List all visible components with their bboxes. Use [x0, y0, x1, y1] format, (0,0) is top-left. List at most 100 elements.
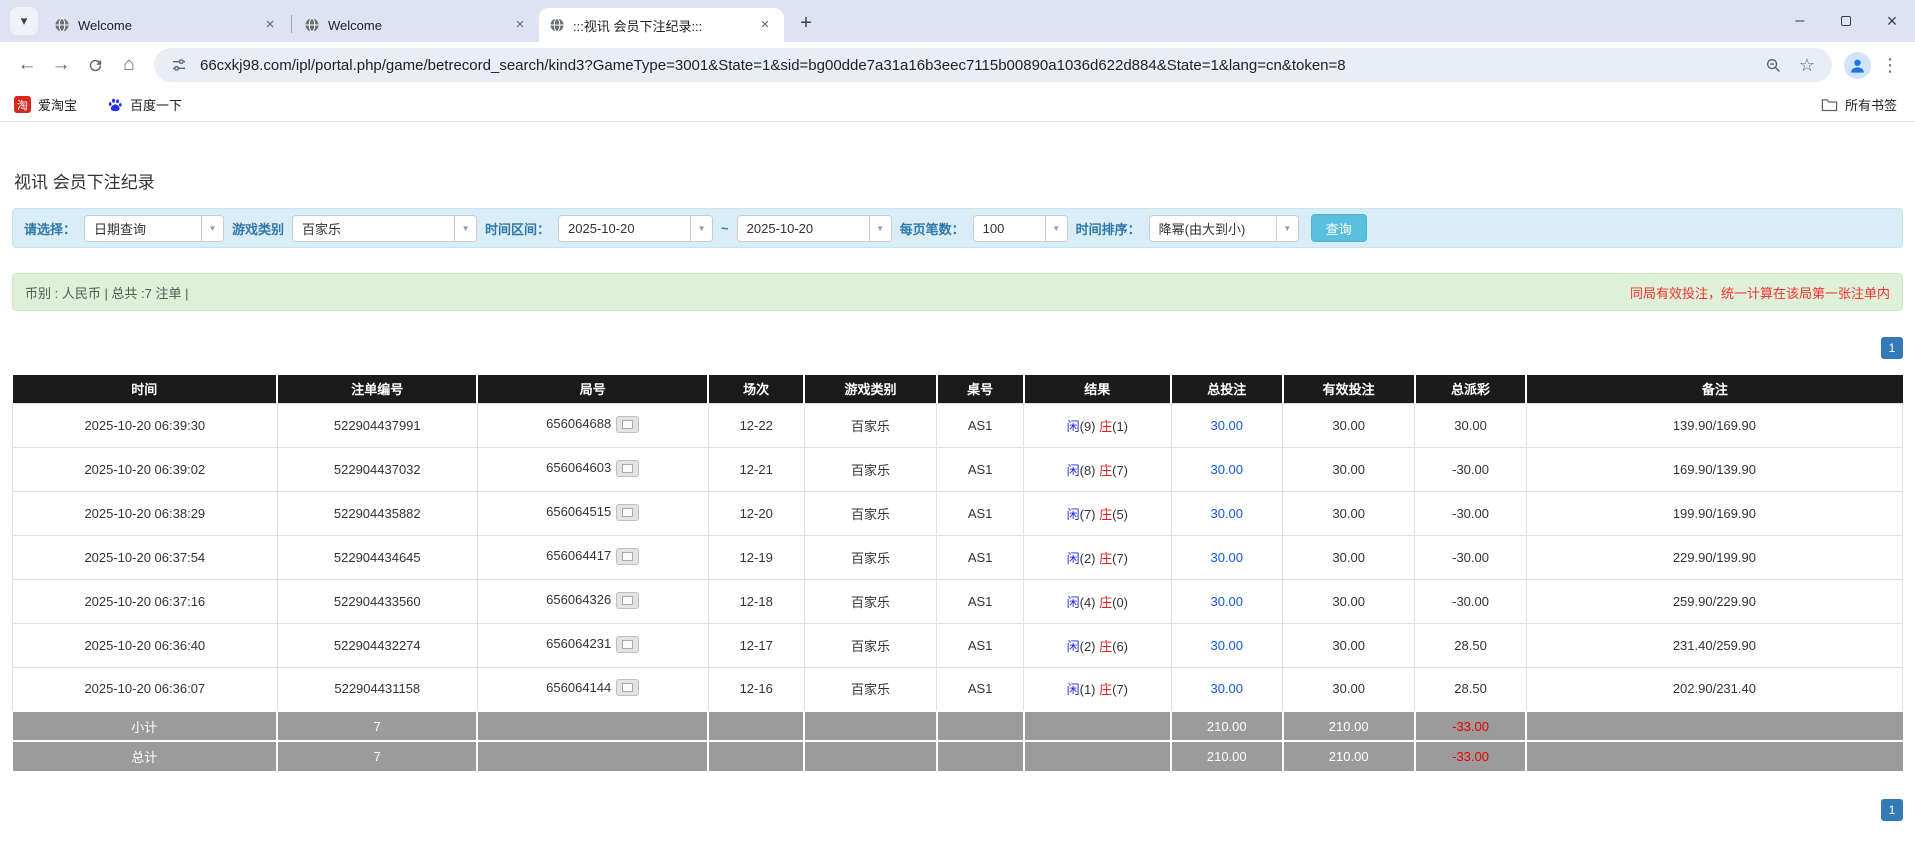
- cell-note: 139.90/169.90: [1526, 403, 1902, 447]
- reload-button[interactable]: [78, 48, 112, 82]
- taobao-icon: 淘: [14, 96, 31, 113]
- minimize-button[interactable]: –: [1777, 0, 1823, 42]
- subtotal-count: 7: [277, 711, 477, 741]
- replay-icon[interactable]: [616, 460, 639, 477]
- cell-game-type: 百家乐: [804, 447, 936, 491]
- page-1-button[interactable]: 1: [1881, 337, 1903, 359]
- date-to-input[interactable]: 2025-10-20 ▼: [737, 215, 892, 242]
- cell-table-no: AS1: [937, 403, 1024, 447]
- cell-total-bet: 30.00: [1171, 535, 1283, 579]
- empty-cell: [1024, 711, 1171, 741]
- browser-menu-icon[interactable]: ⋮: [1875, 55, 1905, 76]
- all-bookmarks-button[interactable]: 所有书签: [1821, 95, 1897, 114]
- query-type-select[interactable]: 日期查询 ▼: [84, 215, 224, 242]
- url-bar[interactable]: 66cxkj98.com/ipl/portal.php/game/betreco…: [154, 48, 1832, 82]
- table-row: 2025-10-20 06:36:40522904432274656064231…: [13, 623, 1903, 667]
- bookmark-baidu[interactable]: 百度一下: [107, 95, 182, 114]
- cell-round-id: 656064603: [477, 447, 708, 491]
- replay-icon[interactable]: [616, 636, 639, 653]
- date-range-label: 时间区间：: [485, 219, 550, 238]
- close-icon[interactable]: ×: [511, 16, 529, 34]
- total-valid-bet: 210.00: [1283, 741, 1415, 771]
- per-page-select[interactable]: 100 ▼: [973, 215, 1068, 242]
- chevron-down-icon: ▼: [1276, 216, 1298, 241]
- site-info-icon[interactable]: [166, 52, 192, 78]
- cell-session: 12-20: [708, 491, 804, 535]
- empty-cell: [708, 711, 804, 741]
- cell-round-id: 656064688: [477, 403, 708, 447]
- total-bet-link[interactable]: 30.00: [1210, 418, 1243, 433]
- date-from-input[interactable]: 2025-10-20 ▼: [558, 215, 713, 242]
- cell-round-id: 656064144: [477, 667, 708, 711]
- chevron-down-icon: ▼: [690, 216, 712, 241]
- close-window-button[interactable]: ×: [1869, 0, 1915, 42]
- cell-valid-bet: 30.00: [1283, 623, 1415, 667]
- chevron-down-icon: ▼: [201, 216, 223, 241]
- cell-total-bet: 30.00: [1171, 667, 1283, 711]
- table-row: 2025-10-20 06:36:07522904431158656064144…: [13, 667, 1903, 711]
- bookmark-star-icon[interactable]: ☆: [1794, 52, 1820, 78]
- total-bet-link[interactable]: 30.00: [1210, 638, 1243, 653]
- empty-cell: [477, 741, 708, 771]
- cell-round-id: 656064326: [477, 579, 708, 623]
- globe-favicon-icon: [54, 17, 70, 33]
- column-header: 桌号: [937, 375, 1024, 403]
- cell-valid-bet: 30.00: [1283, 491, 1415, 535]
- globe-favicon-icon: [549, 17, 565, 33]
- bet-record-table: 时间注单编号局号场次游戏类别桌号结果总投注有效投注总派彩备注 2025-10-2…: [12, 375, 1903, 771]
- cell-total-bet: 30.00: [1171, 447, 1283, 491]
- game-type-select[interactable]: 百家乐 ▼: [292, 215, 477, 242]
- replay-icon[interactable]: [616, 504, 639, 521]
- filter-bar: 请选择： 日期查询 ▼ 游戏类别 百家乐 ▼ 时间区间： 2025-10-20 …: [12, 208, 1903, 248]
- cell-valid-bet: 30.00: [1283, 667, 1415, 711]
- cell-payout: 30.00: [1415, 403, 1527, 447]
- table-row: 2025-10-20 06:37:16522904433560656064326…: [13, 579, 1903, 623]
- empty-cell: [1024, 741, 1171, 771]
- url-text[interactable]: 66cxkj98.com/ipl/portal.php/game/betreco…: [200, 57, 1752, 74]
- zoom-out-icon[interactable]: [1760, 52, 1786, 78]
- range-separator: ~: [721, 221, 729, 236]
- total-bet-link[interactable]: 30.00: [1210, 681, 1243, 696]
- forward-button[interactable]: →: [44, 48, 78, 82]
- cell-bet-id: 522904433560: [277, 579, 477, 623]
- cell-table-no: AS1: [937, 491, 1024, 535]
- page-content: 视讯 会员下注纪录 请选择： 日期查询 ▼ 游戏类别 百家乐 ▼ 时间区间： 2…: [0, 168, 1915, 821]
- baidu-paw-icon: [107, 97, 123, 113]
- replay-icon[interactable]: [616, 592, 639, 609]
- empty-cell: [477, 711, 708, 741]
- total-bet-link[interactable]: 30.00: [1210, 550, 1243, 565]
- search-button[interactable]: 查询: [1311, 214, 1367, 242]
- total-bet-link[interactable]: 30.00: [1210, 462, 1243, 477]
- home-button[interactable]: ⌂: [112, 48, 146, 82]
- new-tab-button[interactable]: +: [792, 9, 820, 37]
- tab-betrecord-active[interactable]: :::视讯 会员下注纪录::: ×: [539, 8, 784, 42]
- grand-total-row: 总计 7 210.00 210.00 -33.00: [13, 741, 1903, 771]
- total-bet-link[interactable]: 30.00: [1210, 594, 1243, 609]
- cell-session: 12-19: [708, 535, 804, 579]
- cell-round-id: 656064231: [477, 623, 708, 667]
- replay-icon[interactable]: [616, 416, 639, 433]
- tab-welcome-1[interactable]: Welcome ×: [44, 8, 289, 42]
- per-page-label: 每页笔数：: [900, 219, 965, 238]
- back-button[interactable]: ←: [10, 48, 44, 82]
- total-bet-link[interactable]: 30.00: [1210, 506, 1243, 521]
- close-icon[interactable]: ×: [261, 16, 279, 34]
- column-header: 局号: [477, 375, 708, 403]
- cell-result: 闲(2) 庄(7): [1024, 535, 1171, 579]
- replay-icon[interactable]: [616, 548, 639, 565]
- close-icon[interactable]: ×: [756, 16, 774, 34]
- maximize-button[interactable]: [1823, 0, 1869, 42]
- sort-select[interactable]: 降幂(由大到小) ▼: [1149, 215, 1299, 242]
- tab-separator: [291, 15, 292, 33]
- bookmark-taobao[interactable]: 淘 爱淘宝: [14, 95, 77, 114]
- tab-title: Welcome: [78, 18, 253, 33]
- game-type-label: 游戏类别: [232, 219, 284, 238]
- column-header: 有效投注: [1283, 375, 1415, 403]
- globe-favicon-icon: [304, 17, 320, 33]
- cell-payout: -30.00: [1415, 579, 1527, 623]
- page-1-button[interactable]: 1: [1881, 799, 1903, 821]
- replay-icon[interactable]: [616, 679, 639, 696]
- tab-welcome-2[interactable]: Welcome ×: [294, 8, 539, 42]
- profile-avatar[interactable]: [1844, 52, 1871, 79]
- tab-search-button[interactable]: ▾: [10, 7, 38, 35]
